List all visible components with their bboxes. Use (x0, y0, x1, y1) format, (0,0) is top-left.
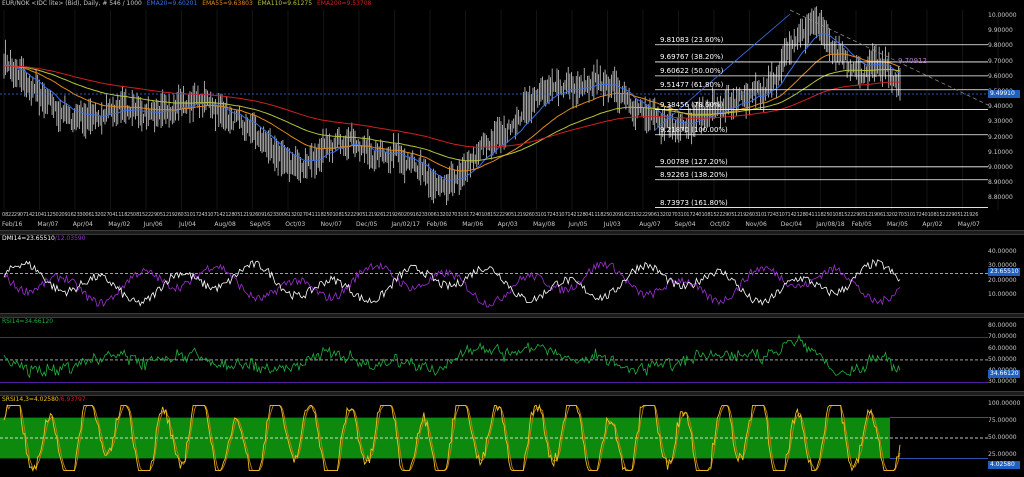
month-label: Feb/16 (2, 221, 23, 228)
y-tick-label: 30.00000 (988, 378, 1017, 386)
rsi-line (3, 333, 901, 379)
dmi-chart[interactable] (0, 235, 1024, 313)
month-label: Sep/05 (249, 221, 271, 228)
month-label: Jan/02/17 (391, 221, 420, 228)
fib-label: 8.73973 (161.80%) (660, 198, 728, 207)
y-tick-label: 25.00000 (988, 451, 1017, 458)
y-tick-label: 9.10000 (988, 148, 1013, 156)
trend-label: 9.70912 (898, 57, 927, 65)
y-tick-label: 60.00000 (988, 344, 1017, 352)
month-label: May/08 (533, 221, 556, 228)
y-tick-label: 50.00000 (988, 434, 1017, 441)
y-tick-label: 80.00000 (988, 322, 1017, 330)
srsi-pane[interactable]: SRSI14,3=4.02580/6.93797 100.00000 75.000… (0, 396, 1024, 477)
month-label: Aug/08 (214, 221, 236, 228)
y-tick-label: 9.30000 (988, 118, 1013, 126)
fib-label: 9.81083 (23.60%) (660, 35, 724, 44)
month-label: Oct/02 (710, 221, 731, 228)
y-tick-label: 9.20000 (988, 133, 1013, 141)
month-label: Mar/07 (37, 221, 59, 228)
y-tick-label: 70.00000 (988, 333, 1017, 341)
month-label: Jul/04 (179, 221, 196, 228)
month-label: Apr/03 (497, 221, 518, 228)
date-tick: 26 (972, 212, 979, 218)
dmi-pane[interactable]: DMI14=23.65510/12.03590 40.00000 30.00000… (0, 235, 1024, 313)
y-tick-label: 75.00000 (988, 417, 1017, 424)
srsi-tag: 4.02580 (988, 461, 1020, 469)
fib-label: 9.21870 (100.00%) (660, 125, 728, 134)
month-label: Oct/03 (285, 221, 306, 228)
month-label: Jan/08/18 (816, 221, 845, 228)
y-tick-label: 100.00000 (988, 400, 1021, 407)
month-label: Mar/05 (887, 221, 908, 228)
month-label: Mar/06 (462, 221, 484, 228)
rsi-tag: 34.66120 (988, 370, 1020, 378)
srsi-chart[interactable] (0, 396, 1024, 477)
y-tick-label: 9.00000 (988, 164, 1013, 171)
y-tick-label: 10.00000 (988, 12, 1017, 19)
y-tick-label: 10.00000 (988, 290, 1017, 298)
price-tag: 9.49910 (988, 90, 1020, 98)
month-label: Aug/07 (639, 221, 661, 228)
month-label: Apr/02 (922, 221, 943, 228)
y-tick-label: 9.40000 (988, 103, 1013, 111)
fib-label: 9.69767 (38.20%) (660, 52, 724, 61)
month-label: Jun/05 (568, 221, 588, 228)
rsi-chart[interactable] (0, 318, 1024, 391)
price-pane[interactable]: EUR/NOK <IDC lite> (Bid), Daily, # 546 /… (0, 0, 1024, 230)
month-label: Feb/06 (426, 221, 448, 228)
month-label: May/02 (108, 221, 131, 228)
month-label: Nov/06 (745, 221, 767, 228)
month-label: Jul/03 (603, 221, 621, 228)
month-label: Sep/04 (674, 221, 696, 228)
rsi-pane[interactable]: RSI14=34.66120 80.00000 70.00000 60.00000 5… (0, 318, 1024, 391)
fib-label: 9.38456 (78.60%) (660, 100, 724, 109)
fib-label: 9.00789 (127.20%) (660, 157, 728, 166)
y-tick-label: 20.00000 (988, 276, 1017, 284)
dmi-tag: 23.65510 (988, 268, 1020, 276)
fib-label: 9.51477 (61.80%) (660, 80, 724, 89)
y-tick-label: 8.80000 (988, 194, 1013, 202)
y-tick-label: 40.00000 (988, 248, 1017, 256)
fib-label: 8.92263 (138.20%) (660, 170, 728, 179)
month-label: Feb/05 (851, 221, 872, 228)
y-tick-label: 9.70000 (988, 57, 1013, 65)
month-label: Nov/07 (320, 221, 342, 228)
month-label: Jun/06 (143, 221, 163, 228)
price-chart[interactable] (0, 0, 1024, 230)
month-label: Dec/04 (780, 221, 803, 228)
y-tick-label: 9.60000 (988, 72, 1013, 80)
y-tick-label: 50.00000 (988, 355, 1017, 363)
date-axis: 08 22 29 07 14 21 04 11 25 02 09 16 23 30 06 13 20 27 04 11… (0, 212, 1000, 230)
month-label: Apr/04 (72, 221, 93, 228)
month-label: May/07 (957, 221, 980, 228)
fib-label: 9.60622 (50.00%) (660, 66, 724, 75)
y-tick-label: 9.90000 (988, 27, 1013, 35)
month-label: Dec/05 (356, 221, 378, 228)
y-tick-label: 8.90000 (988, 179, 1013, 187)
y-tick-label: 9.80000 (988, 42, 1013, 50)
